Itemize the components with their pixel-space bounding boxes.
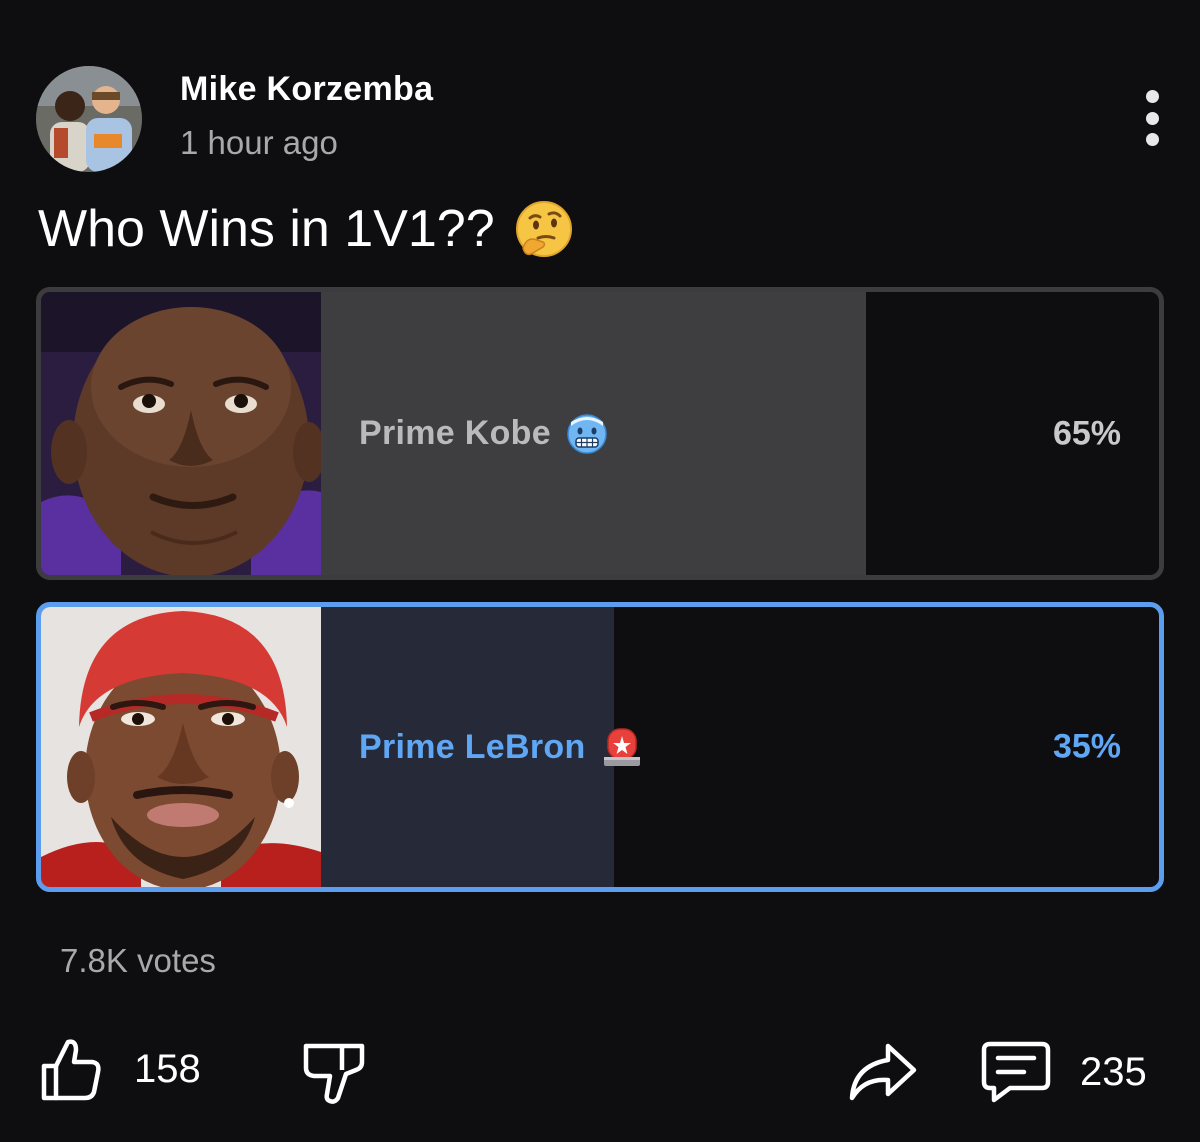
post-title-text: Who Wins in 1V1?? <box>38 200 495 258</box>
poll-option-percent: 65% <box>1052 414 1121 452</box>
poll-option-label: Prime LeBron <box>359 725 644 769</box>
poll-option-kobe[interactable]: Prime Kobe 65% <box>36 287 1164 580</box>
share-arrow-icon <box>849 1043 917 1101</box>
more-dot-icon <box>1145 111 1159 125</box>
post-timestamp: 1 hour ago <box>180 124 338 161</box>
author-avatar[interactable] <box>36 66 142 172</box>
comment-count: 235 <box>1080 1049 1147 1094</box>
thumbs-up-icon <box>41 1039 101 1101</box>
comment-button[interactable]: 235 <box>980 1040 1147 1104</box>
dislike-button[interactable] <box>302 1040 366 1106</box>
poll-post: Mike Korzemba 1 hour ago Who Wins in 1V1… <box>0 0 1200 1142</box>
kobe-photo <box>41 292 321 575</box>
cold-face-icon <box>567 413 607 454</box>
more-dot-icon <box>1145 90 1159 103</box>
poll-option-percent: 35% <box>1052 727 1121 766</box>
poll-option-lebron[interactable]: Prime LeBron 35% <box>36 602 1164 892</box>
comment-icon <box>981 1041 1051 1103</box>
poll-option-text: Prime Kobe <box>359 414 551 452</box>
post-title: Who Wins in 1V1?? <box>38 198 575 260</box>
more-options-button[interactable] <box>1132 90 1172 146</box>
poll-option-text: Prime LeBron <box>359 727 586 766</box>
vote-count: 7.8K votes <box>60 942 216 979</box>
like-button[interactable]: 158 <box>40 1036 201 1102</box>
poll-option-label: Prime Kobe <box>359 412 609 456</box>
police-light-icon <box>603 728 640 766</box>
share-button[interactable] <box>848 1040 918 1102</box>
author-name[interactable]: Mike Korzemba <box>180 70 433 109</box>
thumbs-down-icon <box>303 1043 365 1104</box>
more-dot-icon <box>1145 133 1159 146</box>
like-count: 158 <box>134 1046 201 1091</box>
lebron-photo <box>41 607 321 887</box>
thinking-face-icon <box>515 201 572 257</box>
